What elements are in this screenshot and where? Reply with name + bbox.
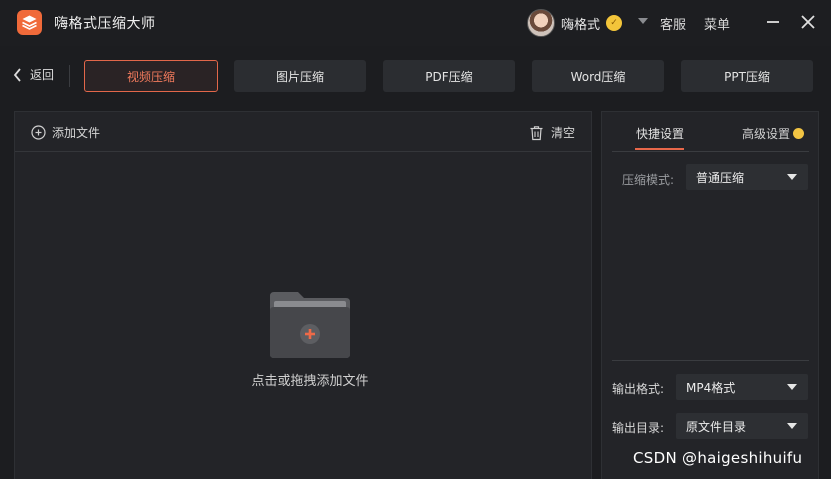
trash-icon: [530, 125, 543, 140]
tab-advanced-settings-label: 高级设置: [742, 127, 791, 141]
plus-circle-icon: [31, 125, 46, 140]
tab-ppt-compress[interactable]: PPT压缩: [681, 60, 813, 92]
settings-section-divider: [612, 360, 809, 361]
close-button[interactable]: [797, 11, 819, 33]
clear-label: 清空: [550, 126, 575, 140]
add-file-button[interactable]: 添加文件: [31, 124, 100, 141]
account-dropdown-icon[interactable]: [638, 18, 648, 24]
user-account[interactable]: 嗨格式 ✓: [527, 8, 623, 38]
menu-link[interactable]: 菜单: [704, 14, 730, 33]
compression-mode-value: 普通压缩: [696, 170, 745, 185]
file-panel: 添加文件 清空 点击或拖拽添加文件: [14, 111, 592, 479]
chevron-down-icon: [787, 384, 797, 390]
minimize-button[interactable]: [762, 11, 784, 33]
vip-dot-icon: [793, 128, 805, 139]
tab-advanced-settings[interactable]: 高级设置: [742, 125, 805, 142]
customer-service-link[interactable]: 客服: [660, 14, 686, 33]
back-label: 返回: [30, 68, 55, 82]
chevron-left-icon: [13, 67, 21, 82]
close-icon: [801, 15, 815, 29]
app-logo-icon: [17, 10, 42, 35]
tab-video-compress[interactable]: 视频压缩: [84, 60, 218, 92]
output-dir-value: 原文件目录: [686, 419, 747, 434]
tab-quick-settings[interactable]: 快捷设置: [636, 125, 684, 142]
file-drop-zone[interactable]: 点击或拖拽添加文件: [245, 290, 375, 400]
tab-word-compress[interactable]: Word压缩: [532, 60, 664, 92]
tab-pdf-compress[interactable]: PDF压缩: [383, 60, 515, 92]
minimize-icon: [767, 21, 779, 23]
settings-panel: 快捷设置 高级设置 压缩模式: 普通压缩 输出格式: MP4格式 输出目录: 原…: [601, 111, 819, 479]
chevron-down-icon: [787, 174, 797, 180]
output-dir-label: 输出目录:: [612, 421, 665, 435]
vip-badge-icon: ✓: [606, 15, 623, 31]
avatar[interactable]: [527, 9, 555, 37]
add-file-label: 添加文件: [52, 126, 101, 140]
output-format-select[interactable]: MP4格式: [676, 374, 808, 400]
folder-add-icon: [270, 292, 350, 358]
settings-tabs-divider: [612, 151, 809, 152]
output-format-label: 输出格式:: [612, 382, 665, 396]
chevron-down-icon: [787, 423, 797, 429]
drop-hint: 点击或拖拽添加文件: [251, 374, 369, 389]
back-button[interactable]: 返回: [12, 66, 54, 83]
tab-quick-settings-label: 快捷设置: [636, 127, 685, 141]
title-bar: 嗨格式压缩大师 嗨格式 ✓ 客服 菜单: [0, 0, 831, 46]
output-format-value: MP4格式: [686, 380, 736, 395]
active-tab-indicator: [635, 148, 684, 150]
tab-image-compress[interactable]: 图片压缩: [234, 60, 366, 92]
app-title: 嗨格式压缩大师: [54, 16, 156, 32]
watermark: CSDN @haigeshihuifu: [633, 449, 803, 467]
nav-divider: [69, 65, 70, 87]
clear-button[interactable]: 清空: [529, 124, 575, 141]
username: 嗨格式: [561, 17, 601, 33]
compression-mode-select[interactable]: 普通压缩: [686, 164, 808, 190]
output-dir-select[interactable]: 原文件目录: [676, 413, 808, 439]
nav-row: 返回 视频压缩 图片压缩 PDF压缩 Word压缩 PPT压缩: [0, 56, 831, 96]
compression-mode-label: 压缩模式:: [622, 173, 675, 187]
file-panel-header: 添加文件 清空: [15, 112, 591, 152]
